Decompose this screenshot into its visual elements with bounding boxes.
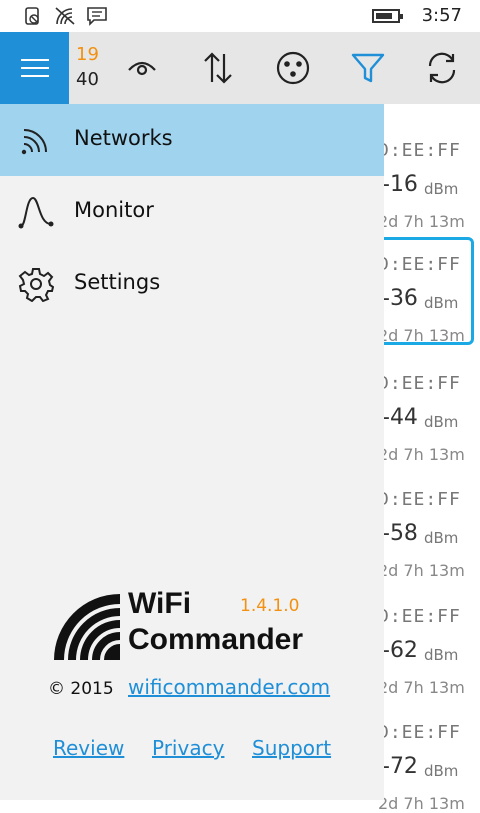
network-counts: 19 40 [76,42,116,92]
hamburger-icon [21,59,49,61]
group-icon [276,51,310,85]
nav-label: Networks [74,126,173,150]
refresh-icon [428,52,456,84]
status-bar: 3:57 [0,0,480,32]
wifi-off-icon [54,6,76,30]
signal-strength: -62 [382,638,418,663]
status-time: 3:57 [421,5,462,26]
last-seen: 2d 7h 13m [378,326,465,345]
menu-button[interactable] [0,32,69,104]
navigation-drawer: Networks Monitor Settings WiFi Commander… [0,104,384,800]
mac-address: D:EE:FF [378,606,461,627]
mac-address: D:EE:FF [378,722,461,743]
visible-count: 19 [76,44,99,65]
signal-strength: -44 [382,405,418,430]
mac-address: D:EE:FF [378,489,461,510]
no-sim-icon [22,6,42,30]
app-brand: WiFi Commander [52,587,352,662]
signal-unit: dBm [424,762,459,780]
signal-curve-icon [18,194,54,230]
signal-unit: dBm [424,413,459,431]
nav-item-monitor[interactable]: Monitor [0,176,384,248]
total-count: 40 [76,69,99,90]
sort-button[interactable] [198,48,238,88]
signal-strength: -72 [382,754,418,779]
last-seen: 2d 7h 13m [378,212,465,231]
signal-strength: -58 [382,521,418,546]
refresh-button[interactable] [422,48,462,88]
privacy-link[interactable]: Privacy [152,736,224,760]
message-icon [86,6,108,30]
signal-unit: dBm [424,646,459,664]
app-logo [52,592,122,662]
sort-icon [204,52,232,84]
signal-unit: dBm [424,529,459,547]
last-seen: 2d 7h 13m [378,794,465,813]
wifi-signal-icon [18,122,54,158]
hamburger-icon-bar [21,67,49,69]
signal-unit: dBm [424,294,459,312]
nav-item-settings[interactable]: Settings [0,248,384,320]
mac-address: D:EE:FF [378,373,461,394]
mac-address: D:EE:FF [378,140,461,161]
group-button[interactable] [273,48,313,88]
signal-strength: -36 [382,286,418,311]
filter-icon [351,53,385,83]
view-button[interactable] [122,48,162,88]
signal-strength: -16 [382,172,418,197]
app-name-line2: Commander [128,623,304,656]
website-link[interactable]: wificommander.com [128,675,330,699]
filter-button[interactable] [348,48,388,88]
app-version: 1.4.1.0 [240,596,300,616]
copyright-text: © 2015 [48,679,114,699]
hamburger-icon-bar [21,75,49,77]
nav-label: Settings [74,270,161,294]
nav-item-networks[interactable]: Networks [0,104,384,176]
gear-icon [18,266,55,303]
battery-icon [372,9,403,23]
app-toolbar: 19 40 [0,32,480,104]
eye-icon [128,61,156,76]
review-link[interactable]: Review [53,736,124,760]
nav-label: Monitor [74,198,154,222]
mac-address: D:EE:FF [378,254,461,275]
signal-unit: dBm [424,180,459,198]
support-link[interactable]: Support [252,736,331,760]
